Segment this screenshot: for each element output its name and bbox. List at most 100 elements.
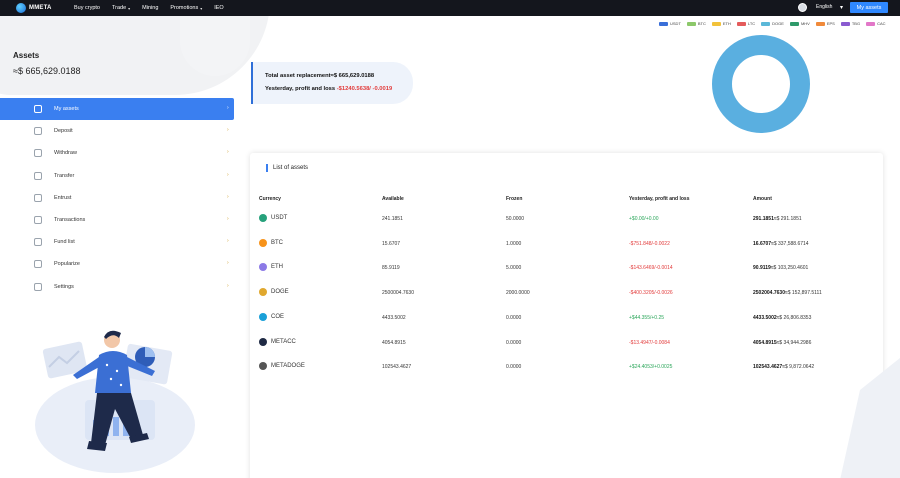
- sidebar-item-label: Entrust: [54, 194, 72, 201]
- available-cell: 4433.5002: [382, 314, 406, 321]
- amount-cell: 16.6707≈$ 337,588.6714: [753, 241, 809, 247]
- language-selector[interactable]: English: [816, 4, 832, 10]
- transfer-icon: [34, 171, 42, 180]
- logo-icon: [16, 3, 26, 13]
- coin-eth-icon: [259, 263, 267, 272]
- entrust-icon: [34, 193, 42, 202]
- frozen-cell: 0.0000: [506, 364, 522, 371]
- sidebar-item-label: My assets: [54, 106, 79, 113]
- chevron-right-icon: ›: [227, 127, 229, 134]
- legend-item-usdt[interactable]: USDT: [659, 21, 681, 26]
- nav-item-buy-crypto[interactable]: Buy crypto: [74, 5, 100, 11]
- nav-item-label: Trade: [111, 5, 127, 11]
- sidebar-item-label: Deposit: [54, 128, 73, 135]
- popularize-icon: [34, 260, 42, 269]
- nav-item-promotions[interactable]: Promotions ▾: [170, 5, 202, 11]
- amount-cell: 4433.5002≈$ 26,806.8353: [753, 315, 811, 321]
- legend-item-tbg[interactable]: TBG: [840, 21, 861, 26]
- column-header-amount: Amount: [753, 196, 772, 202]
- pnl-cell: -$143.6469/-0.0014: [629, 265, 673, 272]
- frozen-cell: 0.0000: [506, 314, 522, 321]
- asset-donut-chart: [712, 35, 810, 133]
- legend-item-eps[interactable]: EPS: [815, 21, 835, 26]
- sidebar-item-entrust[interactable]: Entrust ›: [0, 187, 234, 209]
- legend-item-doge[interactable]: DOGE: [761, 21, 784, 26]
- column-header-currency: Currency: [259, 196, 281, 202]
- currency-cell: METACC: [259, 337, 296, 346]
- pnl-cell: -$400.3205/-0.0026: [629, 290, 673, 297]
- legend-swatch: [686, 21, 696, 26]
- legend-label: BTC: [697, 21, 706, 26]
- currency-name: METADOGE: [271, 363, 305, 370]
- donut-ring: [712, 35, 810, 133]
- yesterday-pnl-value: -$1240.5638/ -0.0019: [336, 86, 393, 92]
- wallet-icon: [34, 105, 42, 113]
- amount-cell: 90.9119≈$ 103,250.4601: [753, 265, 808, 271]
- coin-coe-icon: [259, 312, 267, 321]
- legend-item-cac[interactable]: CAC: [866, 21, 886, 26]
- legend-swatch: [866, 21, 876, 26]
- currency-cell: ETH: [259, 263, 283, 272]
- chevron-right-icon: ›: [227, 282, 229, 289]
- legend-item-mhv[interactable]: MHV: [789, 21, 810, 26]
- currency-name: DOGE: [271, 289, 289, 296]
- yesterday-pnl-label: Yesterday, profit and loss: [265, 86, 336, 92]
- total-asset-line: Total asset replacement≈$ 665,629.0188: [265, 73, 374, 79]
- sidebar-item-withdraw[interactable]: Withdraw ›: [0, 142, 234, 164]
- sidebar-menu: My assets › Deposit › Withdraw › Transfer › Entr…: [0, 98, 234, 298]
- legend-swatch: [815, 21, 825, 26]
- available-cell: 85.9119: [382, 265, 400, 272]
- available-cell: 102543.4627: [382, 364, 412, 371]
- amount-cell: 291.1851≈$ 291.1851: [753, 216, 802, 222]
- column-header-frozen: Frozen: [506, 196, 523, 202]
- globe-icon[interactable]: [798, 3, 807, 12]
- asset-summary-card: Total asset replacement≈$ 665,629.0188 Y…: [251, 62, 413, 104]
- amount-usd: $ 103,250.4601: [773, 265, 809, 272]
- chevron-right-icon: ›: [227, 238, 229, 245]
- chevron-right-icon: ›: [227, 149, 229, 156]
- currency-name: USDT: [271, 215, 288, 221]
- legend-label: TBG: [851, 21, 861, 26]
- sidebar-item-my-assets[interactable]: My assets ›: [0, 98, 234, 121]
- my-assets-button[interactable]: My assets: [850, 2, 888, 13]
- sidebar-item-transactions[interactable]: Transactions ›: [0, 209, 234, 231]
- chevron-down-icon[interactable]: ▾: [840, 4, 843, 11]
- top-navigation-bar: MMETA Buy crypto Trade ▾ Mining Promotions ▾ I…: [0, 0, 900, 16]
- legend-item-eth[interactable]: ETH: [711, 21, 731, 26]
- logo-text: MMETA: [29, 5, 52, 11]
- available-cell: 15.6707: [382, 240, 401, 247]
- sidebar-item-transfer[interactable]: Transfer ›: [0, 165, 234, 187]
- currency-cell: COE: [259, 312, 285, 321]
- available-cell: 2500004.7630: [382, 290, 414, 297]
- amount-quantity: 4054.8915≈: [753, 339, 780, 346]
- sidebar-item-settings[interactable]: Settings ›: [0, 276, 234, 298]
- amount-quantity: 102543.4627≈: [753, 364, 785, 371]
- nav-item-mining[interactable]: Mining: [142, 5, 158, 11]
- chevron-right-icon: ›: [227, 193, 229, 200]
- legend-swatch: [659, 21, 668, 26]
- amount-quantity: 2502004.7630≈: [753, 290, 788, 297]
- nav-item-ieo[interactable]: IEO: [214, 5, 223, 11]
- decorative-shape: [840, 358, 900, 478]
- legend-label: CAC: [877, 21, 886, 26]
- pnl-cell: -$751.848/-0.0022: [629, 240, 670, 247]
- legend-item-ltc[interactable]: LTC: [736, 21, 755, 26]
- nav-item-trade[interactable]: Trade ▾: [112, 5, 130, 11]
- legend-item-btc[interactable]: BTC: [686, 21, 706, 26]
- pnl-cell: +$44.355/+0.25: [629, 314, 665, 321]
- currency-cell: USDT: [259, 214, 287, 222]
- chevron-right-icon: ›: [227, 171, 229, 178]
- sidebar-item-popularize[interactable]: Popularize ›: [0, 253, 234, 275]
- coin-btc-icon: [259, 238, 267, 247]
- frozen-cell: 2000.0000: [506, 290, 530, 297]
- currency-name: COE: [271, 313, 285, 320]
- currency-cell: DOGE: [259, 288, 289, 297]
- sidebar-item-fund-list[interactable]: Fund list ›: [0, 231, 234, 253]
- sidebar-item-label: Transactions: [54, 217, 86, 224]
- site-logo[interactable]: MMETA: [16, 2, 52, 14]
- asset-chart-legend: USDT BTC ETH LTC DOGE MHV EPS TBG CAC: [659, 21, 886, 26]
- sidebar-item-deposit[interactable]: Deposit ›: [0, 120, 234, 142]
- frozen-cell: 1.0000: [506, 240, 522, 247]
- amount-usd: $ 26,806.8353: [779, 314, 812, 321]
- transactions-icon: [34, 215, 42, 224]
